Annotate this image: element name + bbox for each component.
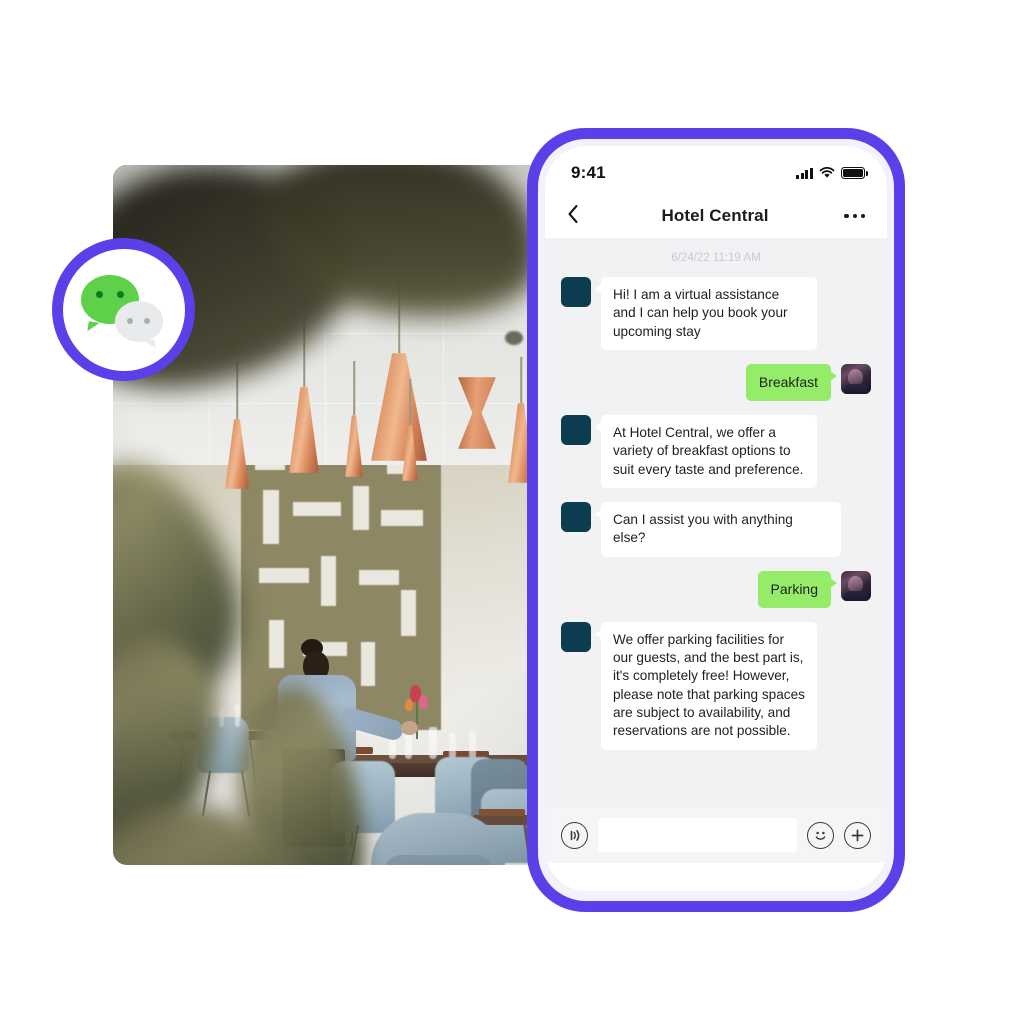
voice-message-icon[interactable] [561, 821, 588, 849]
message-input[interactable] [598, 818, 797, 852]
message-row: Breakfast [561, 364, 871, 401]
phone-mockup: 9:41 Hotel Central 6/24/22 11:19 AM Hi! … [527, 128, 905, 912]
message-row: We offer parking facilities for our gues… [561, 621, 871, 750]
page-title: Hotel Central [661, 206, 769, 225]
bot-avatar [561, 414, 591, 445]
bot-avatar [561, 621, 591, 652]
message-bubble: Can I assist you with anything else? [595, 501, 841, 557]
chat-header: Hotel Central [545, 194, 887, 238]
home-indicator-area [545, 863, 887, 891]
user-avatar [841, 570, 871, 601]
phone-bezel: 9:41 Hotel Central 6/24/22 11:19 AM Hi! … [538, 139, 894, 901]
message-bubble: We offer parking facilities for our gues… [595, 621, 817, 750]
message-row: Parking [561, 570, 871, 608]
status-time: 9:41 [571, 163, 606, 182]
message-row: Can I assist you with anything else? [561, 501, 871, 557]
message-bubble: Hi! I am a virtual assistance and I can … [595, 277, 817, 351]
status-bar: 9:41 [545, 146, 887, 194]
phone-screen: 9:41 Hotel Central 6/24/22 11:19 AM Hi! … [545, 146, 887, 891]
message-bubble: Parking [757, 570, 838, 608]
message-bubble: Breakfast [745, 364, 838, 401]
wifi-icon [819, 167, 835, 179]
screenshot-root: 9:41 Hotel Central 6/24/22 11:19 AM Hi! … [0, 0, 1024, 1024]
plus-circle-icon[interactable] [844, 821, 871, 849]
conversation-daystamp: 6/24/22 11:19 AM [671, 252, 761, 264]
battery-icon [841, 167, 868, 179]
message-list[interactable]: 6/24/22 11:19 AM Hi! I am a virtual assi… [545, 238, 887, 807]
cellular-signal-icon [796, 167, 813, 179]
message-input-bar [545, 807, 887, 863]
more-horizontal-icon[interactable] [839, 213, 865, 219]
wechat-logo [62, 248, 185, 371]
bot-avatar [561, 501, 591, 532]
message-row: Hi! I am a virtual assistance and I can … [561, 277, 871, 351]
emoji-smiley-icon[interactable] [807, 821, 834, 849]
wechat-logo-badge [52, 238, 195, 381]
message-row: At Hotel Central, we offer a variety of … [561, 414, 871, 488]
message-bubble: At Hotel Central, we offer a variety of … [595, 414, 817, 488]
user-avatar [841, 364, 871, 395]
chevron-left-icon[interactable] [567, 204, 591, 229]
bot-avatar [561, 277, 591, 307]
wechat-bubble-small-icon [114, 300, 163, 342]
